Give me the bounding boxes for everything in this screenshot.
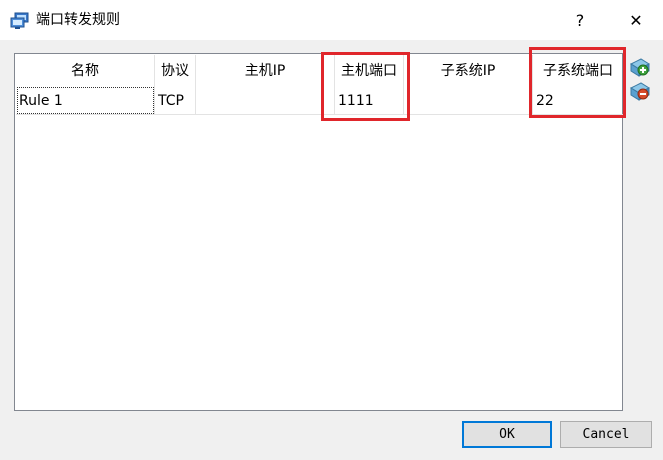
window-title: 端口转发规则 — [36, 12, 120, 28]
guest-ip-cell[interactable] — [404, 87, 532, 115]
help-button[interactable]: ? — [566, 6, 594, 34]
add-rule-icon[interactable] — [628, 58, 650, 78]
ok-button[interactable]: OK — [462, 421, 552, 448]
column-header-guest-port[interactable]: 子系统端口 — [533, 55, 623, 87]
protocol-cell[interactable]: TCP — [155, 87, 195, 115]
cancel-button[interactable]: Cancel — [560, 421, 652, 448]
column-header-host-port[interactable]: 主机端口 — [335, 55, 403, 87]
close-button[interactable]: ✕ — [622, 6, 650, 34]
column-header-name[interactable]: 名称 — [16, 55, 154, 87]
column-header-guest-ip[interactable]: 子系统IP — [404, 55, 532, 87]
virtualbox-network-icon — [10, 12, 29, 29]
port-forwarding-table[interactable]: 名称 协议 主机IP 主机端口 子系统IP 子系统端口 Rule 1 TCP 1… — [14, 53, 623, 411]
column-header-protocol[interactable]: 协议 — [155, 55, 195, 87]
host-port-cell[interactable]: 1111 — [335, 87, 403, 115]
title-bar: 端口转发规则 ? ✕ — [0, 0, 663, 40]
host-ip-cell[interactable] — [196, 87, 334, 115]
column-header-host-ip[interactable]: 主机IP — [196, 55, 334, 87]
remove-rule-icon[interactable] — [628, 82, 650, 102]
guest-port-cell[interactable]: 22 — [533, 87, 623, 115]
rule-name-cell[interactable]: Rule 1 — [16, 87, 154, 115]
